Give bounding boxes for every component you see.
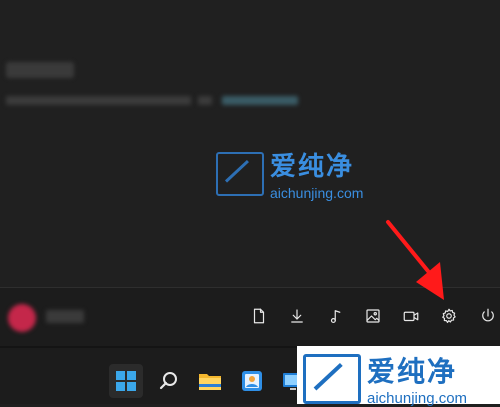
start-button[interactable] [109,364,143,398]
photos-app-button[interactable] [235,364,269,398]
settings-button[interactable] [437,304,461,328]
blurred-description [6,96,191,105]
blurred-link[interactable] [222,96,298,105]
file-explorer-button[interactable] [193,364,227,398]
search-button[interactable] [152,364,186,398]
watermark-brand-cn: 爱纯净 [270,151,355,181]
videos-folder-button[interactable] [399,304,423,328]
photos-app-icon [242,371,262,391]
watermark-brand-url: aichunjing.com [270,185,364,201]
download-icon [291,309,303,323]
watermark-corner-logo-icon [303,353,361,404]
video-icon [403,311,419,322]
watermark: 爱纯净 aichunjing.com [216,146,363,201]
blurred-user-name[interactable] [46,310,84,323]
downloads-folder-button[interactable] [285,304,309,328]
power-button[interactable] [476,304,500,328]
watermark-corner-brand-cn: 爱纯净 [367,356,458,387]
music-icon [330,310,341,323]
windows-logo-icon [116,371,136,391]
search-icon [159,372,177,390]
watermark-logo-icon [216,151,264,196]
music-folder-button[interactable] [324,304,348,328]
user-avatar[interactable] [8,304,36,332]
settings-icon [442,308,456,324]
start-menu-panel: 爱纯净 aichunjing.com [0,0,500,287]
pictures-icon [366,309,380,323]
documents-folder-button[interactable] [247,304,271,328]
blurred-description-fragment [198,96,212,105]
document-icon [253,308,265,324]
folder-icon [199,374,221,390]
watermark-corner: 爱纯净 aichunjing.com [303,350,467,407]
pictures-folder-button[interactable] [361,304,385,328]
power-icon [482,308,494,322]
watermark-corner-brand-url: aichunjing.com [367,390,468,407]
blurred-section-title [6,62,74,78]
